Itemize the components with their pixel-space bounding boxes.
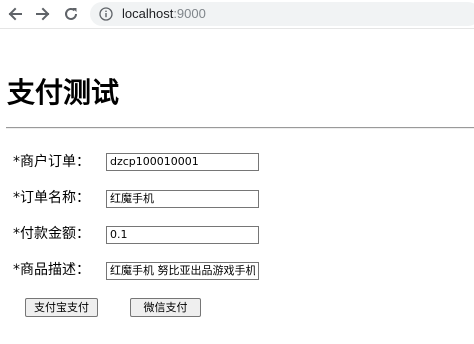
arrow-left-icon	[8, 7, 22, 21]
divider	[6, 127, 474, 129]
order-no-input[interactable]	[106, 153, 259, 171]
order-name-label: *订单名称：	[13, 190, 90, 206]
url-host: localhost	[122, 6, 174, 21]
reload-button[interactable]	[59, 2, 83, 26]
page-title: 支付测试	[7, 76, 120, 109]
description-input[interactable]	[106, 262, 259, 280]
address-bar[interactable]: localhost:9000	[90, 2, 474, 26]
wechat-pay-button[interactable]: 微信支付	[130, 298, 201, 317]
description-label: *商品描述：	[13, 262, 90, 278]
reload-icon	[65, 7, 77, 20]
order-name-input[interactable]	[106, 190, 259, 208]
amount-input[interactable]	[106, 226, 259, 244]
url-port: :9000	[173, 6, 206, 21]
info-circle-icon[interactable]	[99, 7, 113, 21]
amount-label: *付款金额：	[13, 226, 90, 242]
url-text[interactable]: localhost:9000	[122, 6, 206, 22]
order-no-label: *商户订单：	[13, 154, 90, 170]
browser-toolbar: localhost:9000	[0, 0, 474, 29]
alipay-button[interactable]: 支付宝支付	[25, 298, 98, 317]
arrow-right-icon	[36, 7, 50, 21]
forward-button[interactable]	[31, 2, 55, 26]
back-button[interactable]	[3, 2, 27, 26]
